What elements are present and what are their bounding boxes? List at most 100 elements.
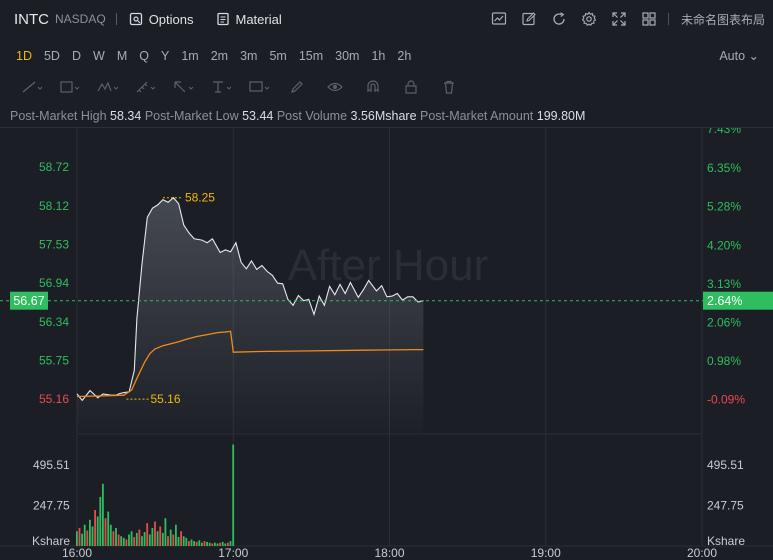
indicator-chart-icon[interactable] [484, 4, 514, 34]
percent-tick-label: 6.35% [707, 161, 741, 175]
period-1m[interactable]: 1m [175, 42, 204, 70]
volume-bar [198, 540, 201, 546]
volume-bar [81, 533, 83, 546]
line-tool-icon[interactable] [16, 76, 46, 98]
chart-watermark: After Hour [288, 241, 489, 290]
auto-label: Auto [719, 49, 746, 63]
period-quarter[interactable]: Q [133, 42, 155, 70]
options-icon [129, 12, 142, 26]
refresh-icon[interactable] [544, 4, 574, 34]
period-1h[interactable]: 1h [365, 42, 391, 70]
volume-bar [164, 518, 167, 546]
volume-bar [211, 543, 214, 546]
lock-icon[interactable] [396, 76, 426, 98]
material-icon [216, 12, 229, 26]
chevron-down-icon: ⌄ [748, 49, 759, 63]
period-15m[interactable]: 15m [293, 42, 329, 70]
pattern-tool-icon[interactable] [92, 76, 122, 98]
volume-bar [172, 534, 175, 546]
price-tick-label: 58.72 [39, 160, 69, 174]
period-month[interactable]: M [111, 42, 133, 70]
volume-bar [146, 523, 149, 546]
price-tick-label: 55.75 [39, 354, 69, 368]
volume-bar [175, 524, 177, 546]
header-toolbar: 未命名图表布局 [484, 0, 773, 38]
text-tool-icon[interactable] [206, 76, 236, 98]
rectangle-tool-icon[interactable] [54, 76, 84, 98]
volume-bar [109, 524, 112, 546]
volume-bar [99, 496, 102, 546]
period-day[interactable]: D [66, 42, 87, 70]
edit-icon[interactable] [514, 4, 544, 34]
period-week[interactable]: W [87, 42, 111, 70]
volume-bar [120, 536, 123, 546]
volume-bar [135, 532, 138, 546]
time-tick-label: 19:00 [531, 546, 561, 560]
price-tick-label: 55.16 [39, 392, 69, 406]
period-2m[interactable]: 2m [205, 42, 234, 70]
annotation-tool-icon[interactable] [244, 76, 274, 98]
symbol-name[interactable]: INTC [14, 11, 49, 28]
material-button[interactable]: Material [216, 12, 282, 27]
post-market-info: Post-Market High 58.34 Post-Market Low 5… [0, 104, 773, 128]
period-30m[interactable]: 30m [329, 42, 365, 70]
current-price-value: 56.67 [13, 294, 44, 308]
options-button[interactable]: Options [129, 12, 194, 27]
current-pct-value: 2.64% [707, 294, 742, 308]
volume-bar [83, 524, 86, 546]
percent-tick-label: 4.20% [707, 238, 741, 252]
arrow-tool-icon[interactable] [168, 76, 198, 98]
percent-tick-label: 7.43% [707, 128, 741, 136]
exchange-label: NASDAQ [55, 12, 106, 26]
volume-bar [107, 511, 110, 546]
volume-bar [185, 537, 188, 546]
eye-icon[interactable] [320, 76, 350, 98]
volume-bar [151, 528, 154, 546]
volume-bar [203, 541, 206, 546]
auto-scale-dropdown[interactable]: Auto ⌄ [719, 42, 759, 70]
period-5d[interactable]: 5D [38, 42, 66, 70]
grid-layout-icon[interactable] [634, 4, 664, 34]
period-year[interactable]: Y [155, 42, 175, 70]
volume-bar [89, 519, 91, 546]
volume-bar [130, 531, 133, 546]
percent-tick-label: -0.09% [707, 393, 745, 407]
percent-tick-label: 5.28% [707, 200, 741, 214]
time-axis: 16:00 17:00 18:00 19:00 20:00 [62, 546, 717, 560]
period-2h[interactable]: 2h [391, 42, 417, 70]
volume-bar [128, 534, 130, 546]
volume-bar [193, 541, 195, 546]
time-tick-label: 17:00 [218, 546, 248, 560]
volume-bar [112, 531, 115, 546]
period-1d[interactable]: 1D [10, 42, 38, 70]
measure-tool-icon[interactable] [130, 76, 160, 98]
trash-icon[interactable] [434, 76, 464, 98]
time-tick-label: 18:00 [374, 546, 404, 560]
period-5m[interactable]: 5m [263, 42, 292, 70]
percent-tick-label: 3.13% [707, 277, 741, 291]
volume-bar [232, 444, 235, 546]
current-pct-badge-right: 2.64% [703, 291, 773, 310]
volume-bar [188, 541, 190, 546]
period-bar: 1D 5D D W M Q Y 1m 2m 3m 5m 15m 30m 1h 2… [0, 42, 773, 70]
volume-bar [169, 529, 172, 546]
volume-bar [96, 516, 99, 546]
fullscreen-icon[interactable] [604, 4, 634, 34]
period-3m[interactable]: 3m [234, 42, 263, 70]
volume-bar [115, 528, 117, 546]
drawing-toolbar [0, 74, 773, 100]
volume-bar [156, 531, 159, 546]
volume-bar [86, 530, 89, 546]
volume-bar [141, 536, 143, 546]
percent-tick-label: 2.06% [707, 315, 741, 329]
pen-tool-icon[interactable] [282, 76, 312, 98]
magnet-icon[interactable] [358, 76, 388, 98]
volume-bar [122, 537, 125, 546]
settings-icon[interactable] [574, 4, 604, 34]
high-value: 58.34 [110, 109, 142, 123]
volume-bar [125, 539, 128, 546]
price-tick-label: 58.12 [39, 199, 69, 213]
intraday-chart[interactable]: After Hour 58.25 55.16 58.72 58.12 57.53 56… [0, 128, 773, 560]
layout-name[interactable]: 未命名图表布局 [681, 11, 765, 28]
low-value: 53.44 [242, 109, 274, 123]
